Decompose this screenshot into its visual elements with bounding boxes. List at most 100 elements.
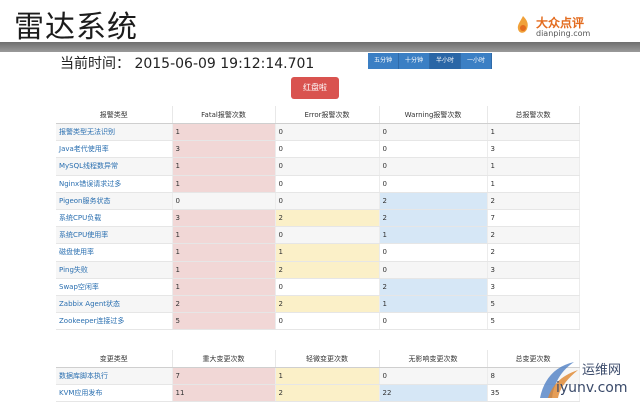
count-cell: 2 [275, 384, 380, 403]
count-cell: 0 [379, 175, 488, 193]
count-cell: 1 [487, 157, 580, 176]
time-range-group: 五分钟 十分钟 半小时 一小时 [368, 53, 493, 69]
row-type-link[interactable]: MySQL线程数异常 [56, 157, 173, 176]
count-cell: 0 [379, 243, 488, 262]
range-button[interactable]: 半小时 [430, 53, 462, 69]
count-cell: 1 [172, 175, 276, 193]
column-header: 总报警次数 [487, 106, 580, 124]
count-cell: 1 [487, 123, 580, 142]
alarm-table-header: 报警类型 Fatal报警次数 Error报警次数 Warning报警次数 总报警次数 [56, 106, 580, 124]
row-type-link[interactable]: 报警类型无法识别 [56, 123, 173, 142]
row-type-link[interactable]: Java老代使用率 [56, 140, 173, 159]
count-cell: 2 [275, 209, 380, 228]
current-time-label: 当前时间： [60, 56, 130, 72]
table-row: Pigeon服务状态 0 0 2 2 [56, 192, 580, 210]
count-cell: 0 [275, 312, 380, 331]
count-cell: 0 [379, 140, 488, 159]
count-cell: 1 [172, 261, 276, 279]
count-cell: 7 [172, 367, 276, 386]
count-cell: 2 [487, 226, 580, 245]
current-time-value: 2015-06-09 19:12:14.701 [134, 56, 315, 72]
row-type-link[interactable]: Zookeeper连接过多 [56, 312, 173, 331]
count-cell: 2 [172, 295, 276, 314]
column-header: 轻微变更次数 [275, 350, 380, 368]
count-cell: 1 [172, 278, 276, 296]
count-cell: 0 [379, 312, 488, 331]
count-cell: 1 [275, 367, 380, 386]
count-cell: 5 [487, 295, 580, 314]
count-cell: 1 [275, 243, 380, 262]
count-cell: 2 [487, 243, 580, 262]
row-type-link[interactable]: Ping失败 [56, 261, 173, 279]
table-row: Zookeeper连接过多 5 0 0 5 [56, 312, 580, 331]
count-cell: 1 [172, 123, 276, 142]
row-type-link[interactable]: Zabbix Agent状态 [56, 295, 173, 314]
row-type-link[interactable]: 磁盘使用率 [56, 243, 173, 262]
table-row: Swap空闲率 1 0 2 3 [56, 278, 580, 296]
row-type-link[interactable]: 系统CPU负载 [56, 209, 173, 228]
table-row: 系统CPU使用率 1 0 1 2 [56, 226, 580, 245]
count-cell: 1 [487, 175, 580, 193]
count-cell: 2 [379, 192, 488, 210]
watermark: 运维网 iyunv.com [534, 358, 638, 402]
red-alert-button[interactable]: 红盘啦 [291, 77, 339, 99]
count-cell: 0 [275, 226, 380, 245]
count-cell: 5 [487, 312, 580, 331]
count-cell: 1 [379, 226, 488, 245]
count-cell: 2 [487, 192, 580, 210]
change-table-header: 变更类型 重大变更次数 轻微变更次数 无影响变更次数 总变更次数 [56, 350, 580, 368]
change-table: 变更类型 重大变更次数 轻微变更次数 无影响变更次数 总变更次数 数据库脚本执行 7 1 0 8… [56, 350, 580, 403]
row-type-link[interactable]: Swap空闲率 [56, 278, 173, 296]
count-cell: 0 [172, 192, 276, 210]
row-type-link[interactable]: Nginx错误请求过多 [56, 175, 173, 193]
count-cell: 3 [487, 278, 580, 296]
table-row: Nginx错误请求过多 1 0 0 1 [56, 175, 580, 193]
count-cell: 0 [275, 140, 380, 159]
title-underline-bar [0, 42, 640, 52]
range-button[interactable]: 一小时 [461, 53, 493, 69]
count-cell: 5 [172, 312, 276, 331]
count-cell: 2 [275, 295, 380, 314]
count-cell: 1 [172, 157, 276, 176]
table-row: MySQL线程数异常 1 0 0 1 [56, 157, 580, 176]
dianping-logo-icon [517, 16, 528, 33]
column-header: Error报警次数 [275, 106, 380, 124]
row-type-link[interactable]: 系统CPU使用率 [56, 226, 173, 245]
row-type-link[interactable]: 数据库脚本执行 [56, 367, 173, 386]
current-time: 当前时间： 2015-06-09 19:12:14.701 [60, 53, 314, 73]
dianping-logo: 大众点评 dianping.com [514, 14, 626, 40]
count-cell: 3 [487, 140, 580, 159]
count-cell: 3 [172, 140, 276, 159]
watermark-text-cn: 运维网 [582, 363, 622, 378]
count-cell: 0 [379, 367, 488, 386]
count-cell: 0 [275, 192, 380, 210]
count-cell: 3 [487, 261, 580, 279]
count-cell: 0 [275, 157, 380, 176]
table-row: KVM应用发布 11 2 22 35 [56, 384, 580, 403]
range-button[interactable]: 五分钟 [368, 53, 400, 69]
count-cell: 1 [379, 295, 488, 314]
count-cell: 2 [379, 278, 488, 296]
count-cell: 1 [172, 243, 276, 262]
count-cell: 0 [275, 278, 380, 296]
count-cell: 2 [379, 209, 488, 228]
column-header: Warning报警次数 [379, 106, 488, 124]
count-cell: 0 [379, 157, 488, 176]
count-cell: 2 [275, 261, 380, 279]
table-row: Zabbix Agent状态 2 2 1 5 [56, 295, 580, 314]
count-cell: 11 [172, 384, 276, 403]
table-row: 数据库脚本执行 7 1 0 8 [56, 367, 580, 386]
count-cell: 0 [275, 175, 380, 193]
column-header: 变更类型 [56, 350, 173, 368]
row-type-link[interactable]: KVM应用发布 [56, 384, 173, 403]
range-button[interactable]: 十分钟 [399, 53, 431, 69]
row-type-link[interactable]: Pigeon服务状态 [56, 192, 173, 210]
column-header: 重大变更次数 [172, 350, 276, 368]
count-cell: 0 [379, 123, 488, 142]
count-cell: 3 [172, 209, 276, 228]
logo-text-en: dianping.com [536, 29, 591, 38]
table-row: 报警类型无法识别 1 0 0 1 [56, 123, 580, 142]
count-cell: 1 [172, 226, 276, 245]
count-cell: 0 [379, 261, 488, 279]
slide-title: 雷达系统 [14, 10, 138, 45]
